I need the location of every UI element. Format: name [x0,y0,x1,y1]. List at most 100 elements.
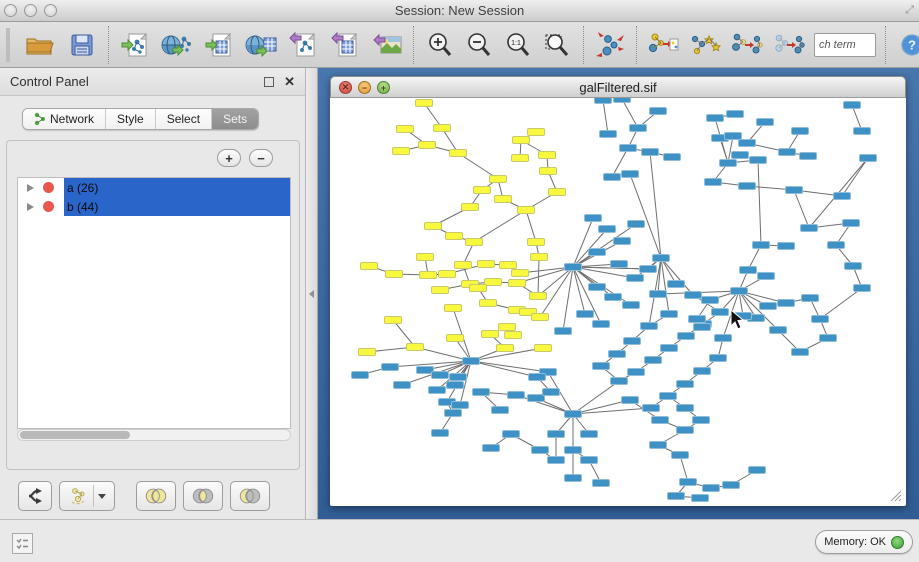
graph-node-yellow[interactable] [397,126,414,133]
graph-edge[interactable] [680,455,688,482]
graph-node-yellow[interactable] [495,196,512,203]
graph-node-blue[interactable] [599,226,616,233]
graph-node-yellow[interactable] [535,345,552,352]
graph-node-blue[interactable] [712,309,729,316]
open-session-button[interactable] [23,28,57,62]
help-button[interactable]: ? [895,28,919,62]
graph-node-yellow[interactable] [549,189,566,196]
graph-edge[interactable] [526,210,536,242]
graph-node-yellow[interactable] [386,271,403,278]
memory-status-button[interactable]: Memory: OK [815,530,913,554]
export-network-button[interactable] [286,28,320,62]
zoom-window-button[interactable] [44,4,57,17]
graph-node-yellow[interactable] [474,187,491,194]
graph-node-yellow[interactable] [425,223,442,230]
graph-node-blue[interactable] [611,261,628,268]
graph-node-blue[interactable] [581,457,598,464]
split-set-button[interactable] [18,481,52,511]
export-table-button[interactable] [328,28,362,62]
graph-node-blue[interactable] [609,351,626,358]
zoom-actual-size-button[interactable]: 1:1 [501,28,535,62]
graph-node-blue[interactable] [589,284,606,291]
graph-node-yellow[interactable] [407,344,424,351]
graph-node-blue[interactable] [565,475,582,482]
toolbar-drag-handle[interactable] [6,28,10,62]
apply-layout-button[interactable] [593,28,627,62]
graph-node-yellow[interactable] [417,254,434,261]
difference-sets-button[interactable] [230,481,270,511]
graph-node-blue[interactable] [565,264,582,271]
graph-node-yellow[interactable] [528,129,545,136]
new-network-selected-button[interactable] [730,28,764,62]
graph-node-blue[interactable] [417,367,434,374]
graph-node-yellow[interactable] [531,254,548,261]
graph-node-blue[interactable] [715,335,732,342]
graph-node-yellow[interactable] [505,332,522,339]
network-window-titlebar[interactable]: ✕ − + galFiltered.sif [330,76,906,98]
graph-edge[interactable] [758,160,761,245]
graph-node-blue[interactable] [760,303,777,310]
graph-edge[interactable] [563,267,573,331]
graph-node-blue[interactable] [694,324,711,331]
graph-node-blue[interactable] [668,281,685,288]
graph-node-yellow[interactable] [466,239,483,246]
graph-node-blue[interactable] [352,372,369,379]
graph-edge[interactable] [820,288,862,319]
search-input[interactable] [814,33,876,57]
graph-node-yellow[interactable] [513,137,530,144]
graph-node-blue[interactable] [595,98,612,104]
add-set-button[interactable]: + [217,149,241,167]
graph-node-blue[interactable] [694,368,711,375]
graph-node-blue[interactable] [622,397,639,404]
graph-node-blue[interactable] [739,183,756,190]
graph-node-blue[interactable] [860,155,877,162]
graph-node-blue[interactable] [800,153,817,160]
graph-node-blue[interactable] [432,430,449,437]
graph-node-blue[interactable] [672,452,689,459]
import-table-file-button[interactable] [202,28,236,62]
tab-select[interactable]: Select [155,109,211,129]
graph-node-blue[interactable] [650,291,667,298]
graph-node-blue[interactable] [543,389,560,396]
graph-node-yellow[interactable] [539,152,556,159]
graph-node-yellow[interactable] [447,335,464,342]
graph-node-blue[interactable] [605,294,622,301]
graph-node-blue[interactable] [739,140,756,147]
graph-node-blue[interactable] [680,479,697,486]
graph-node-blue[interactable] [585,215,602,222]
graph-node-blue[interactable] [593,321,610,328]
graph-node-blue[interactable] [854,285,871,292]
horizontal-scrollbar[interactable] [17,429,291,441]
graph-node-blue[interactable] [447,382,464,389]
graph-node-blue[interactable] [652,417,669,424]
graph-node-yellow[interactable] [462,204,479,211]
graph-node-blue[interactable] [854,128,871,135]
graph-node-blue[interactable] [643,405,660,412]
graph-edge[interactable] [794,190,809,228]
graph-edge[interactable] [739,291,778,330]
panel-splitter[interactable] [306,68,318,519]
graph-node-blue[interactable] [483,445,500,452]
network-canvas[interactable] [331,98,905,505]
dropdown-caret-icon[interactable] [98,494,106,499]
graph-node-blue[interactable] [627,275,644,282]
zoom-fit-selected-button[interactable] [540,28,574,62]
graph-node-blue[interactable] [614,238,631,245]
graph-node-blue[interactable] [628,369,645,376]
graph-node-blue[interactable] [820,335,837,342]
union-sets-button[interactable] [136,481,176,511]
set-row-a[interactable]: a (26) [18,178,290,197]
graph-node-blue[interactable] [703,485,720,492]
graph-node-blue[interactable] [668,493,685,500]
import-network-file-button[interactable] [118,28,152,62]
graph-node-blue[interactable] [843,220,860,227]
graph-node-blue[interactable] [445,410,462,417]
graph-node-blue[interactable] [382,364,399,371]
graph-node-blue[interactable] [664,154,681,161]
graph-node-blue[interactable] [727,111,744,118]
import-network-web-button[interactable] [160,28,194,62]
graph-node-yellow[interactable] [480,300,497,307]
graph-node-yellow[interactable] [385,317,402,324]
graph-node-yellow[interactable] [509,280,526,287]
graph-node-blue[interactable] [758,273,775,280]
